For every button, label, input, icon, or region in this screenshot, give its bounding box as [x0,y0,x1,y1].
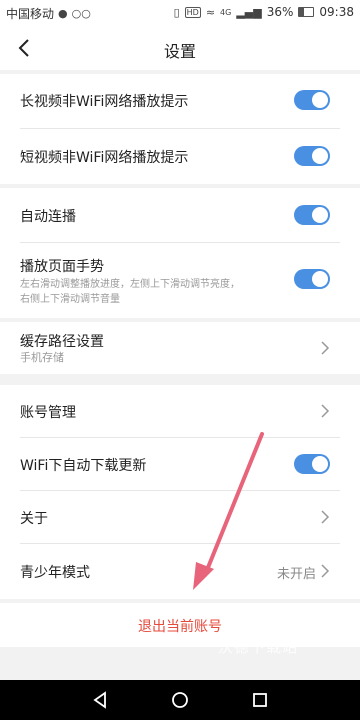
setting-label: 青少年模式 [20,565,90,581]
setting-label: 短视频非WiFi网络播放提示 [20,150,189,166]
setting-short-video-wifi-prompt: 短视频非WiFi网络播放提示 [0,130,360,184]
setting-label: 账号管理 [20,405,76,421]
notification-app-icon: ● [58,7,68,20]
teen-mode-status: 未开启 [276,567,316,582]
setting-long-video-wifi-prompt: 长视频非WiFi网络播放提示 [0,74,360,128]
divider [20,128,340,129]
battery-icon [298,7,315,17]
back-triangle-icon [93,691,106,709]
setting-cache-path[interactable]: 缓存路径设置 手机存储 [0,322,360,374]
page-title: 设置 [163,42,196,61]
long-video-wifi-prompt-toggle[interactable] [294,90,330,110]
wifi-auto-update-toggle[interactable] [294,454,330,474]
settings-group-playback: 自动连播 播放页面手势 左右滑动调整播放进度，左侧上下滑动调节亮度， 右侧上下滑… [0,188,360,318]
toggle-knob [312,207,328,223]
recents-square-icon [253,693,267,707]
settings-group-account: 账号管理 WiFi下自动下载更新 关于 青少年模式 未开启 [0,385,360,599]
signal-icon: ▂▄▆ [236,5,262,19]
setting-description-line1: 左右滑动调整播放进度，左侧上下滑动调节亮度， [20,279,240,290]
toggle-knob [312,92,328,108]
chevron-right-icon [321,404,330,418]
status-bar: 中国移动 ● ○○ ▯ HD ≈ 4G ▂▄▆ 36% 09:38 [0,0,360,26]
chevron-right-icon [321,510,330,524]
toggle-knob [312,148,328,164]
network-type-label: 4G [220,7,232,17]
battery-percent: 36% [266,5,294,19]
logout-button[interactable]: 退出当前账号 [0,603,360,647]
setting-account-management[interactable]: 账号管理 [0,385,360,437]
nav-recents-button[interactable] [248,688,272,712]
watermark: 沃德下载站 [218,638,299,656]
clock: 09:38 [319,5,354,19]
header-bar: 设置 [0,26,360,70]
carrier-label: 中国移动 [6,7,55,21]
hd-icon: HD [184,6,201,18]
setting-about[interactable]: 关于 [0,491,360,543]
setting-label: 关于 [20,511,48,527]
nav-home-button[interactable] [168,688,192,712]
setting-description-line2: 右侧上下滑动调节音量 [20,294,120,305]
logout-label: 退出当前账号 [138,619,222,635]
wechat-icon: ○○ [71,7,91,20]
setting-teen-mode[interactable]: 青少年模式 未开启 [0,544,360,599]
setting-label: 播放页面手势 [20,259,104,275]
setting-label: WiFi下自动下载更新 [20,458,147,474]
wifi-icon: ≈ [205,5,216,19]
home-circle-icon [172,692,188,708]
settings-group-video-prompts: 长视频非WiFi网络播放提示 短视频非WiFi网络播放提示 [0,74,360,184]
toggle-knob [312,271,328,287]
setting-label: 长视频非WiFi网络播放提示 [20,94,189,110]
settings-group-cache: 缓存路径设置 手机存储 [0,322,360,374]
setting-wifi-auto-update: WiFi下自动下载更新 [0,438,360,490]
short-video-wifi-prompt-toggle[interactable] [294,146,330,166]
setting-description: 手机存储 [20,351,64,364]
chevron-right-icon [321,341,330,355]
nav-back-button[interactable] [88,688,112,712]
setting-playback-gestures: 播放页面手势 左右滑动调整播放进度，左侧上下滑动调节亮度， 右侧上下滑动调节音量 [0,243,360,318]
vibrate-icon: ▯ [173,5,180,19]
toggle-knob [312,456,328,472]
system-nav-bar [0,680,360,720]
setting-label: 缓存路径设置 [20,334,104,350]
setting-autoplay: 自动连播 [0,188,360,242]
chevron-right-icon [321,564,330,578]
setting-label: 自动连播 [20,209,76,225]
autoplay-toggle[interactable] [294,205,330,225]
playback-gestures-toggle[interactable] [294,269,330,289]
